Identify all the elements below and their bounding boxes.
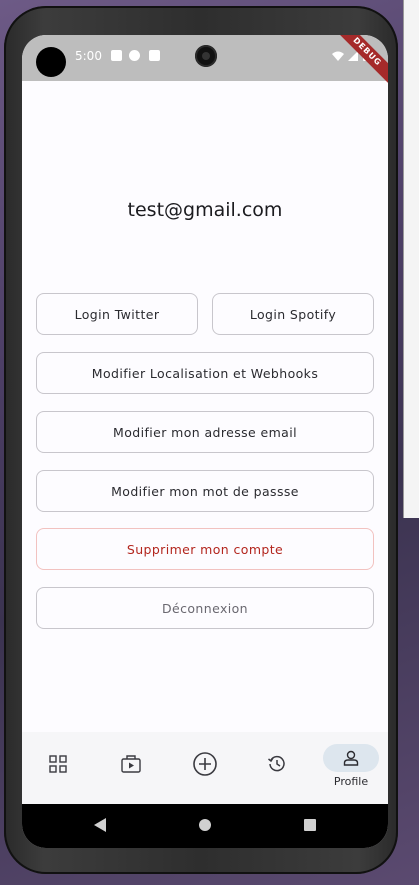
history-icon <box>268 755 285 772</box>
delete-account-button[interactable]: Supprimer mon compte <box>36 528 374 570</box>
status-avatar <box>36 47 66 77</box>
status-time: 5:00 <box>75 49 102 63</box>
status-bar: 5:00 DEBUG <box>22 35 388 89</box>
user-email: test@gmail.com <box>127 199 283 221</box>
app-notification-icon <box>129 50 140 61</box>
nav-item-profile[interactable]: Profile <box>323 744 379 788</box>
login-twitter-button[interactable]: Login Twitter <box>36 293 198 335</box>
add-circle-icon <box>193 752 217 776</box>
grid-icon <box>49 755 67 773</box>
home-icon[interactable] <box>199 819 211 831</box>
system-navigation-bar <box>22 804 388 848</box>
profile-icon <box>343 750 359 766</box>
wifi-icon <box>332 51 344 61</box>
nav-label-profile: Profile <box>333 775 369 788</box>
front-camera <box>195 45 217 67</box>
bottom-navigation: Profile <box>22 732 388 804</box>
app-screen: 5:00 DEBUG test@gmail.com Login Twitter … <box>22 35 388 848</box>
back-icon[interactable] <box>94 818 106 832</box>
signal-icon <box>348 51 358 61</box>
logout-button[interactable]: Déconnexion <box>36 587 374 629</box>
login-spotify-button[interactable]: Login Spotify <box>212 293 374 335</box>
play-folder-icon <box>121 755 141 773</box>
background-window <box>403 0 419 518</box>
nav-item-dashboard[interactable] <box>30 744 86 784</box>
nav-item-add[interactable] <box>177 744 233 784</box>
sd-card-icon <box>149 50 160 61</box>
recent-apps-icon[interactable] <box>304 819 316 831</box>
nav-item-media[interactable] <box>103 744 159 784</box>
edit-location-webhooks-button[interactable]: Modifier Localisation et Webhooks <box>36 352 374 394</box>
phone-frame: 5:00 DEBUG test@gmail.com Login Twitter … <box>4 6 398 874</box>
edit-email-button[interactable]: Modifier mon adresse email <box>36 411 374 453</box>
nav-item-history[interactable] <box>249 744 305 784</box>
edit-password-button[interactable]: Modifier mon mot de passse <box>36 470 374 512</box>
notification-icon <box>111 50 122 61</box>
